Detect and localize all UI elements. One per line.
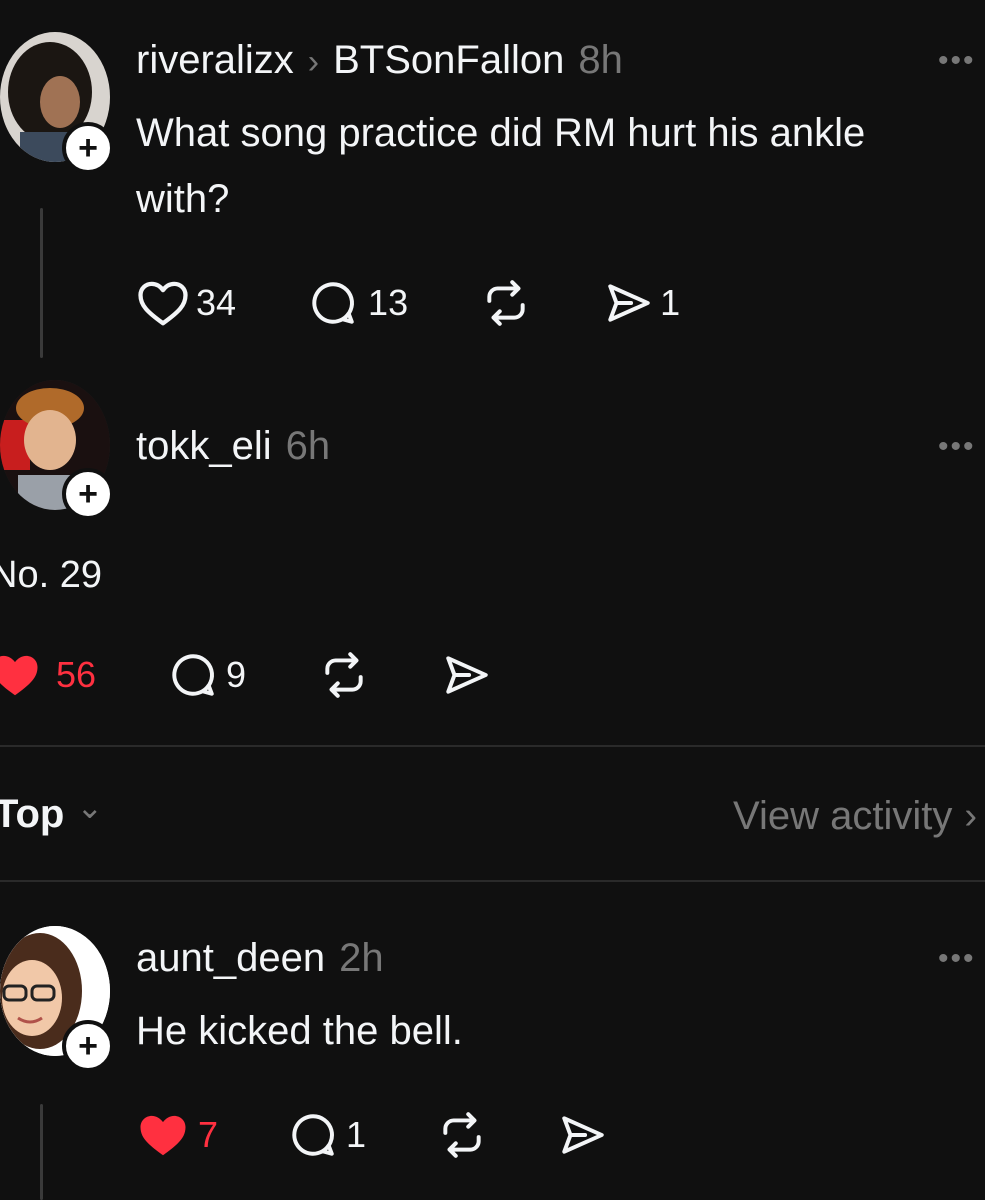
- share-icon[interactable]: [604, 278, 654, 328]
- repost-icon[interactable]: [436, 1110, 488, 1160]
- more-icon[interactable]: •••: [938, 942, 976, 976]
- post-username[interactable]: aunt_deen: [136, 936, 325, 981]
- post-text: He kicked the bell.: [136, 1009, 463, 1053]
- post-time: 2h: [339, 936, 384, 980]
- post-username[interactable]: riveralizx: [136, 38, 294, 83]
- comment-count: 9: [226, 654, 247, 695]
- post-text-line-1: What song practice did RM hurt his ankle: [136, 111, 866, 155]
- heart-icon[interactable]: [136, 1110, 190, 1160]
- repost-icon[interactable]: [480, 278, 532, 328]
- share-icon[interactable]: [442, 650, 492, 700]
- post-time: 6h: [285, 424, 331, 468]
- like-count: 34: [196, 282, 237, 323]
- post-time: 8h: [578, 38, 623, 82]
- share-icon[interactable]: [558, 1110, 608, 1160]
- comment-count: 13: [368, 282, 409, 323]
- heart-icon[interactable]: [0, 650, 42, 700]
- thread-line: [40, 208, 43, 358]
- divider: [0, 745, 985, 747]
- more-icon[interactable]: •••: [938, 44, 976, 78]
- comment-icon[interactable]: [308, 278, 358, 328]
- like-count: 7: [198, 1114, 219, 1155]
- follow-plus-icon[interactable]: +: [62, 1020, 114, 1072]
- divider: [0, 880, 985, 882]
- thread-line: [40, 1104, 43, 1200]
- follow-plus-icon[interactable]: +: [62, 122, 114, 174]
- heart-icon[interactable]: [136, 278, 190, 328]
- post-text: No. 29: [0, 554, 102, 596]
- chevron-down-icon: ⌄: [76, 788, 104, 825]
- post-text-line-2: with?: [136, 177, 230, 221]
- reply-to-username[interactable]: BTSonFallon: [333, 38, 564, 83]
- sort-dropdown[interactable]: Top ⌄: [0, 789, 103, 837]
- view-activity-link[interactable]: View activity ›: [733, 794, 977, 839]
- view-activity-label: View activity: [733, 794, 953, 838]
- like-count: 56: [56, 654, 97, 695]
- comment-icon[interactable]: [288, 1110, 338, 1160]
- chevron-right-icon: ›: [307, 43, 320, 81]
- more-icon[interactable]: •••: [938, 430, 976, 464]
- share-count: 1: [660, 282, 681, 323]
- sort-label: Top: [0, 792, 65, 836]
- post-username[interactable]: tokk_eli: [136, 424, 272, 469]
- repost-icon[interactable]: [318, 650, 370, 700]
- follow-plus-icon[interactable]: +: [62, 468, 114, 520]
- chevron-right-icon: ›: [964, 795, 977, 837]
- comment-count: 1: [346, 1114, 367, 1155]
- comment-icon[interactable]: [168, 650, 218, 700]
